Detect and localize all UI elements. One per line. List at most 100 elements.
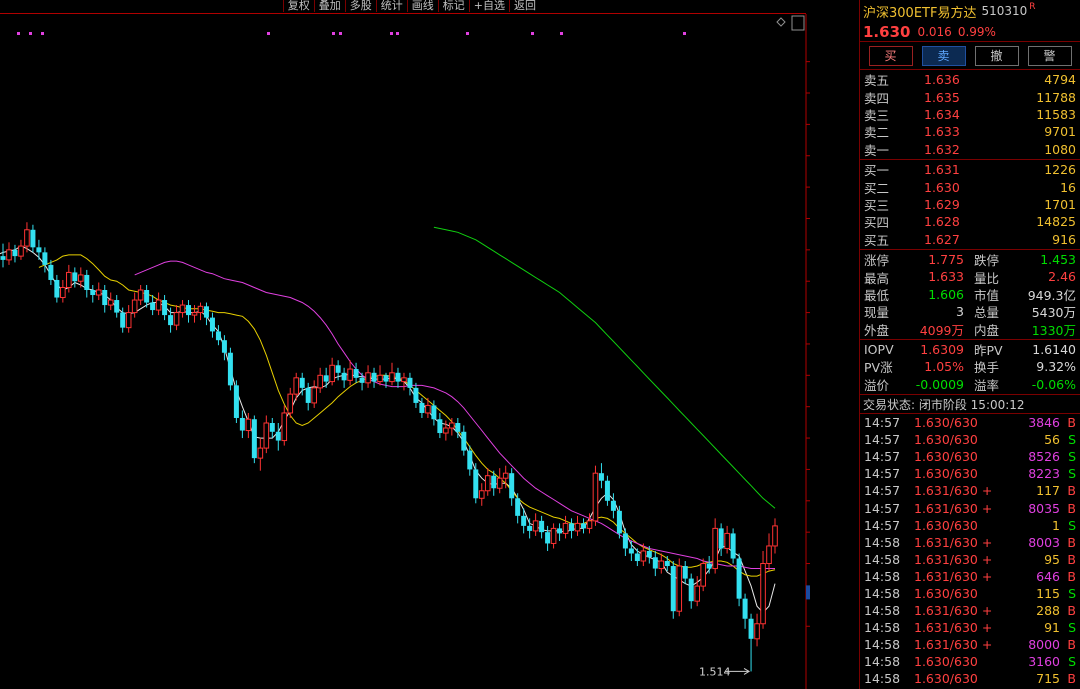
candle-body-up [562,522,569,534]
candle-body-down [431,405,437,420]
stat-value: 1.6140 [1032,342,1076,358]
candle-body-up [257,447,264,459]
toolbar-button-4[interactable]: 画线 [406,0,438,12]
ask-row[interactable]: 卖五 1.636 4794 [860,71,1080,88]
candle-body-down [604,480,610,501]
ask-label: 卖三 [864,107,890,123]
candle-body-down [203,306,209,318]
candle-body-down [335,365,341,373]
candle-body-up [532,520,539,532]
toolbar-button-6[interactable]: +自选 [468,0,509,12]
tick-row: 14:58 1.631/630 + 646 B [860,568,1080,585]
bid-row[interactable]: 买三 1.629 1701 [860,196,1080,213]
candle-body-down [616,510,622,534]
toolbar-button-7[interactable]: 返回 [509,0,540,12]
diamond-icon [776,17,786,27]
ask-row[interactable]: 卖三 1.634 11583 [860,106,1080,123]
toolbar-button-2[interactable]: 多股 [344,0,376,12]
kline-chart-svg[interactable]: 2.0001.9751.9501.9251.9001.8751.8501.825… [0,0,810,689]
scroll-box [791,15,805,31]
sell-button[interactable]: 卖 [921,45,966,66]
toolbar-button-3[interactable]: 统计 [375,0,407,12]
candle-body-up [245,418,252,432]
buy-button[interactable]: 买 [868,45,913,66]
candle-body-up [502,472,509,479]
cancel-button[interactable]: 撤 [974,45,1019,66]
candle-body-down [742,598,748,619]
toolbar-button-5[interactable]: 标记 [437,0,469,12]
candle-body-up [311,387,317,404]
bid-row[interactable]: 买五 1.627 916 [860,231,1080,248]
candle-body-up [760,563,766,625]
ask-price: 1.635 [924,89,960,105]
candle-body-up [401,377,407,383]
candle-body-down [36,247,42,253]
tick-time: 14:57 [864,483,901,499]
candle-body-up [484,475,491,492]
event-dot [560,32,563,35]
stat-key: 溢价 [864,377,890,393]
ask-row[interactable]: 卖四 1.635 11788 [860,88,1080,106]
tick-price: 1.631/630 + [914,483,993,499]
candle-body-up [347,368,353,381]
tick-list[interactable]: 14:57 1.630/630 3846 B 14:57 1.630/630 56 S 14:5… [860,414,1080,688]
tick-volume: 115 [1036,586,1060,602]
toolbar-button-0[interactable]: 复权 [282,0,314,12]
bid-row[interactable]: 买二 1.630 16 [860,178,1080,196]
ask-volume: 4794 [1044,72,1076,88]
stat-value: 9.32% [1036,359,1076,375]
stat-key: 市值 [974,287,1000,303]
candle-body-down [395,372,401,382]
alert-button[interactable]: 警 [1027,45,1072,66]
event-dot [531,32,534,35]
candle-body-down [664,561,670,567]
tick-direction: S [1068,654,1076,670]
candle-body-up [317,374,323,389]
tick-row: 14:57 1.631/630 + 8035 B [860,500,1080,517]
tick-row: 14:58 1.630/630 715 B [860,670,1080,687]
trade-status: 交易状态: 闭市阶段 15:00:12 [860,395,1080,415]
kline-chart[interactable]: 2.0001.9751.9501.9251.9001.8751.8501.825… [0,0,810,689]
stat-key: 现量 [864,305,890,321]
tick-volume: 288 [1036,603,1060,619]
tick-time: 14:58 [864,620,901,636]
ask-label: 卖五 [864,73,890,89]
candle-body-up [179,304,186,314]
bid-volume: 1701 [1044,196,1076,212]
candle-body-down [54,279,60,298]
candle-body-down [102,290,108,306]
candle-body-down [0,256,6,260]
tick-time: 14:57 [864,432,901,448]
bid-row[interactable]: 买一 1.631 1226 [860,161,1080,178]
tick-direction: B [1067,568,1076,584]
candle-body-down [419,402,425,413]
candle-body-down [706,563,712,569]
bid-book: 买一 1.631 1226 买二 1.630 16 买三 1.629 1701 买四 1.628 14… [860,160,1080,250]
bid-row[interactable]: 买四 1.628 14825 [860,213,1080,230]
tick-direction: B [1067,483,1076,499]
tick-direction: B [1067,603,1076,619]
candle-body-up [712,527,718,570]
tick-row: 14:57 1.630/630 1 S [860,517,1080,534]
tick-direction: B [1067,671,1076,687]
candle-body-down [467,450,473,470]
stat-key: 量比 [974,270,1000,286]
tick-price: 1.630/630 [914,517,978,533]
ask-row[interactable]: 卖一 1.632 1080 [860,141,1080,158]
candle-body-up [24,229,30,247]
bid-label: 买五 [864,232,890,248]
candle-body-down [341,372,347,381]
candle-body-up [191,312,198,316]
stat-value: 1.633 [928,269,964,285]
candle-body-up [425,404,431,414]
tick-row: 14:58 1.631/630 + 8003 B [860,534,1080,551]
ask-row[interactable]: 卖二 1.633 9701 [860,123,1080,140]
candle-body-up [107,299,114,306]
security-name: 沪深300ETF易方达 [863,5,977,21]
ask-label: 卖四 [864,90,890,106]
toolbar-button-1[interactable]: 叠加 [313,0,345,12]
candle-body-up [700,563,706,587]
low-marker-label: 1.514 [699,665,731,678]
candle-body-down [221,340,227,353]
candle-body-down [144,290,150,303]
